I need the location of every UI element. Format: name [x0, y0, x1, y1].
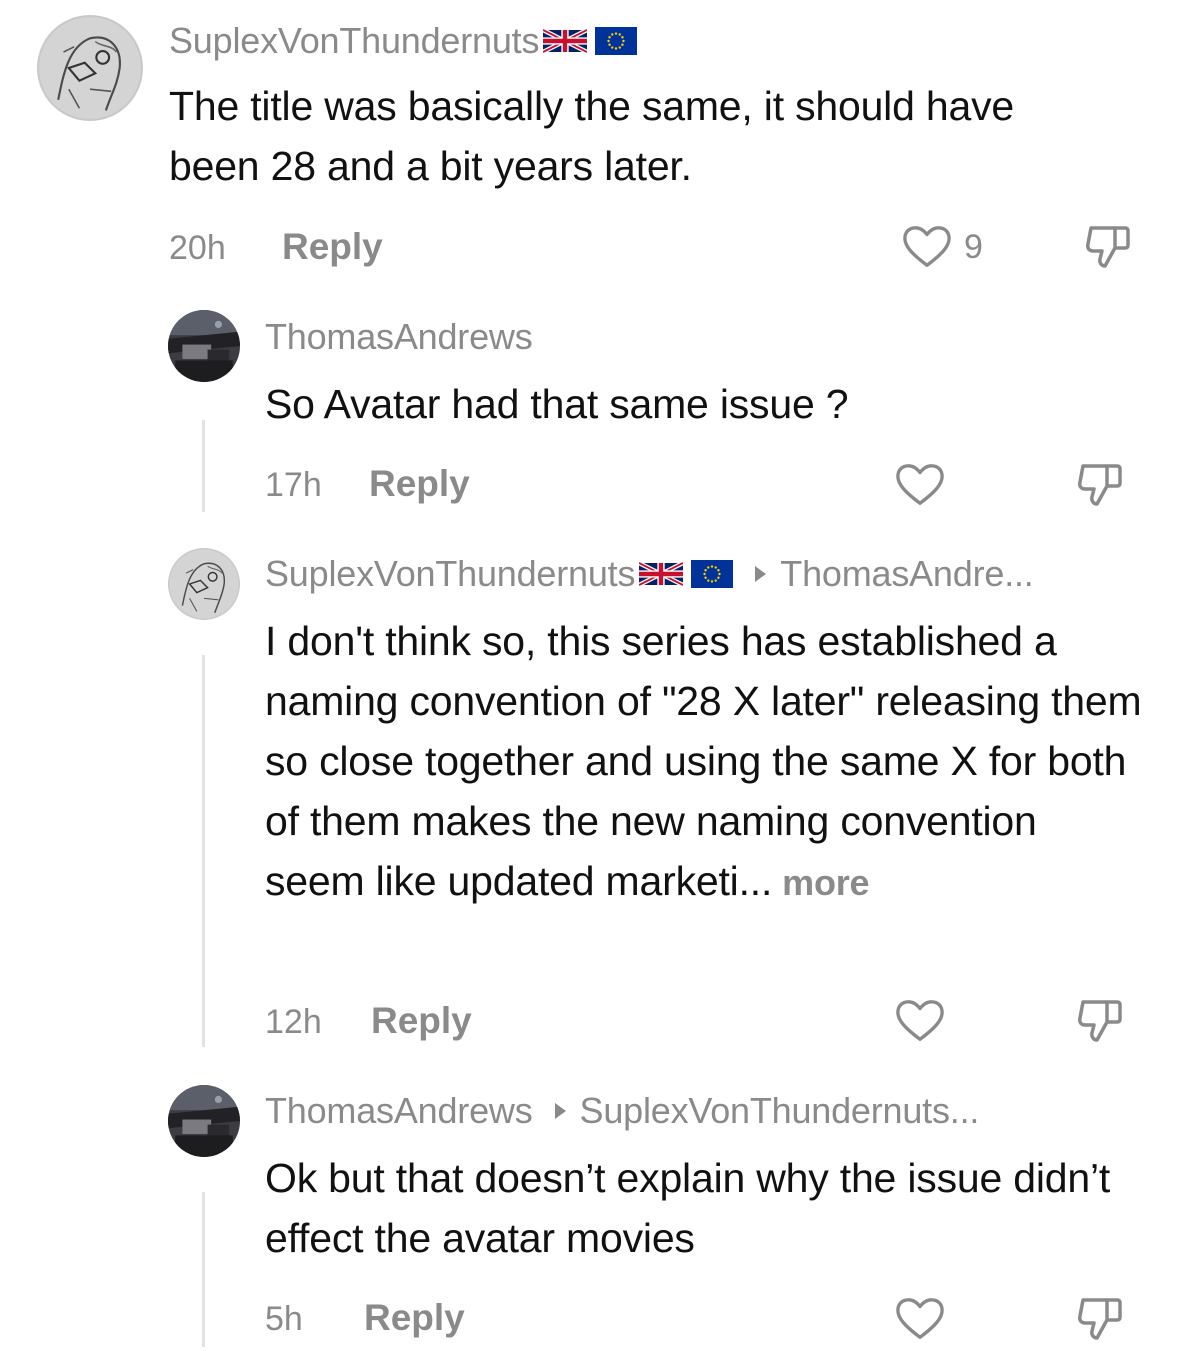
comment-text-content: I don't think so, this series has establ… — [265, 618, 1142, 904]
like-button[interactable] — [895, 462, 945, 508]
avatar[interactable] — [37, 15, 143, 121]
dislike-button[interactable] — [1083, 222, 1133, 277]
reply-button[interactable]: Reply — [282, 226, 383, 268]
heart-outline-icon — [895, 462, 945, 508]
thumbs-down-outline-icon — [1083, 222, 1133, 272]
comment-timestamp: 12h — [265, 1003, 322, 1041]
comment-text: The title was basically the same, it sho… — [169, 83, 1014, 189]
reply-button[interactable]: Reply — [371, 1000, 472, 1042]
comment-text: I don't think so, this series has establ… — [265, 611, 1145, 913]
eu-flag-icon — [595, 27, 637, 55]
thread-line — [202, 420, 205, 512]
reply-target-username[interactable]: SuplexVonThundernuts... — [580, 1090, 980, 1132]
reply-button[interactable]: Reply — [369, 463, 470, 505]
avatar[interactable] — [168, 548, 240, 620]
comment-username[interactable]: ThomasAndrews — [265, 316, 533, 358]
thumbs-down-outline-icon — [1075, 460, 1125, 510]
dislike-button[interactable] — [1075, 460, 1125, 515]
avatar[interactable] — [168, 310, 240, 382]
thread-line — [202, 1192, 205, 1347]
username-text: SuplexVonThundernuts — [265, 553, 636, 594]
comment-username[interactable]: SuplexVonThundernuts — [169, 20, 637, 62]
more-link[interactable]: more — [782, 862, 869, 903]
reply-arrow-icon — [755, 566, 767, 582]
reply-arrow-icon — [554, 1103, 566, 1119]
like-button[interactable] — [895, 1296, 945, 1342]
reply-target-username[interactable]: ThomasAndre... — [780, 553, 1034, 595]
reply-button[interactable]: Reply — [364, 1297, 465, 1339]
like-button[interactable] — [895, 998, 945, 1044]
username-text: ThomasAndrews — [265, 1090, 533, 1131]
uk-flag-icon — [639, 560, 683, 588]
heart-outline-icon — [895, 1296, 945, 1342]
comment-username[interactable]: ThomasAndrews SuplexVonThundernuts... — [265, 1090, 979, 1132]
thumbs-down-outline-icon — [1075, 1294, 1125, 1344]
heart-outline-icon — [902, 224, 952, 270]
thread-line — [202, 655, 205, 1047]
avatar[interactable] — [168, 1085, 240, 1157]
comment-timestamp: 17h — [265, 466, 322, 504]
heart-outline-icon — [895, 998, 945, 1044]
thumbs-down-outline-icon — [1075, 996, 1125, 1046]
like-count: 9 — [964, 227, 983, 266]
dislike-button[interactable] — [1075, 1294, 1125, 1349]
like-button[interactable]: 9 — [902, 224, 983, 270]
eu-flag-icon — [691, 560, 733, 588]
uk-flag-icon — [543, 27, 587, 55]
comment-username[interactable]: SuplexVonThundernuts ThomasAndre... — [265, 553, 1034, 595]
username-text: SuplexVonThundernuts — [169, 20, 540, 61]
dislike-button[interactable] — [1075, 996, 1125, 1051]
comment-text: So Avatar had that same issue ? — [265, 381, 849, 427]
comment-timestamp: 20h — [169, 229, 226, 267]
comment-timestamp: 5h — [265, 1300, 303, 1338]
username-text: ThomasAndrews — [265, 316, 533, 357]
comment-text: Ok but that doesn’t explain why the issu… — [265, 1155, 1111, 1261]
